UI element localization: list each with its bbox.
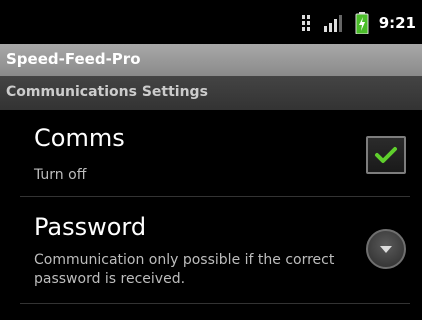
title-bar: Speed-Feed-Pro	[0, 44, 422, 76]
pref-password[interactable]: Password Communication only possible if …	[0, 197, 422, 303]
password-dropdown-button[interactable]	[366, 229, 406, 269]
battery-charging-icon	[355, 12, 369, 34]
pref-comms-title: Comms	[34, 124, 125, 152]
signal-strength-icon	[323, 15, 342, 32]
app-title: Speed-Feed-Pro	[6, 50, 141, 68]
comms-checkbox[interactable]	[366, 136, 406, 174]
pref-password-summary: Communication only possible if the corre…	[34, 252, 335, 287]
data-3g-icon	[301, 15, 310, 31]
category-label: Communications Settings	[6, 84, 208, 100]
pref-comms[interactable]: Comms Turn off	[0, 110, 422, 196]
divider	[20, 303, 410, 304]
chevron-down-icon	[380, 246, 392, 253]
preference-category: Communications Settings	[0, 76, 422, 110]
checkmark-icon	[375, 147, 397, 163]
pref-password-title: Password	[34, 213, 147, 241]
pref-comms-summary: Turn off	[34, 167, 87, 183]
status-time: 9:21	[378, 14, 416, 32]
status-bar: 9:21	[0, 0, 422, 44]
status-icons: 9:21	[301, 12, 416, 34]
